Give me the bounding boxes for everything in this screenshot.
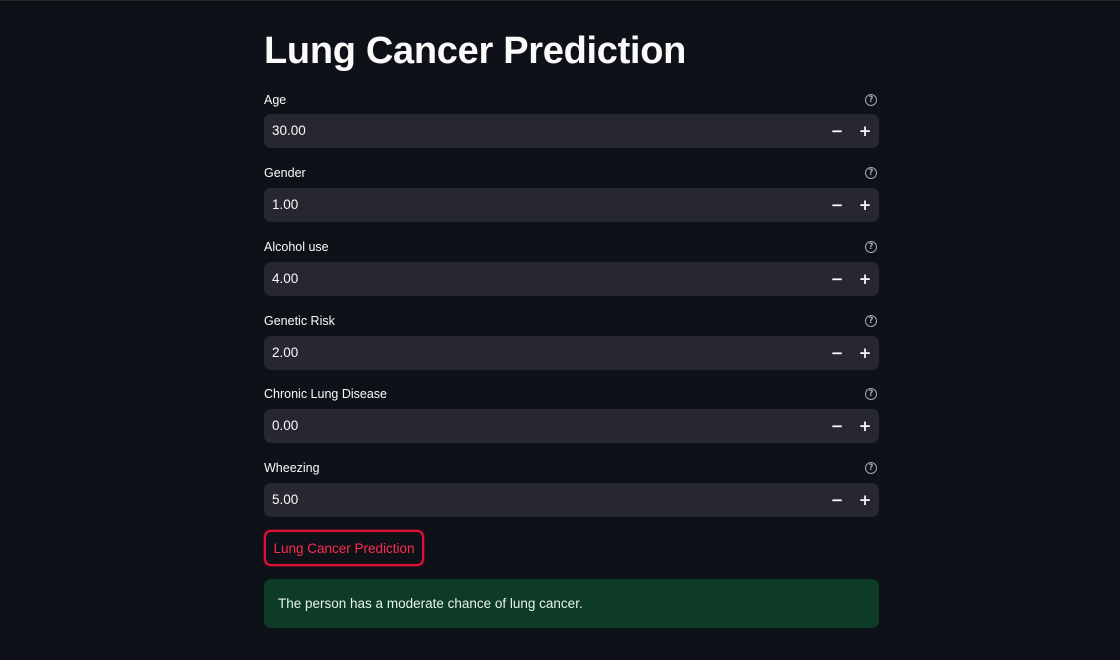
- gender-field: Gender ? 1.00 − +: [264, 166, 879, 230]
- alcohol-use-input-box: 4.00 − +: [264, 262, 879, 296]
- wheezing-input-box: 5.00 − +: [264, 483, 879, 517]
- plus-icon[interactable]: +: [851, 336, 879, 370]
- age-field: Age ? 30.00 − +: [264, 93, 879, 157]
- chronic-lung-disease-field: Chronic Lung Disease ? 0.00 − +: [264, 387, 879, 451]
- chronic-lung-disease-input[interactable]: 0.00: [272, 409, 298, 443]
- wheezing-input[interactable]: 5.00: [272, 483, 298, 517]
- minus-icon[interactable]: −: [823, 483, 851, 517]
- page-title: Lung Cancer Prediction: [264, 30, 687, 72]
- plus-icon[interactable]: +: [851, 114, 879, 148]
- help-icon[interactable]: ?: [865, 167, 877, 179]
- help-icon[interactable]: ?: [865, 94, 877, 106]
- help-icon[interactable]: ?: [865, 315, 877, 327]
- plus-icon[interactable]: +: [851, 262, 879, 296]
- minus-icon[interactable]: −: [823, 114, 851, 148]
- minus-icon[interactable]: −: [823, 262, 851, 296]
- gender-label: Gender: [264, 166, 306, 180]
- alcohol-use-label: Alcohol use: [264, 240, 329, 254]
- help-icon[interactable]: ?: [865, 462, 877, 474]
- plus-icon[interactable]: +: [851, 409, 879, 443]
- header-divider: [0, 0, 1120, 1]
- wheezing-label: Wheezing: [264, 461, 320, 475]
- help-icon[interactable]: ?: [865, 388, 877, 400]
- wheezing-field: Wheezing ? 5.00 − +: [264, 461, 879, 525]
- age-input[interactable]: 30.00: [272, 114, 306, 148]
- plus-icon[interactable]: +: [851, 483, 879, 517]
- predict-button[interactable]: Lung Cancer Prediction: [264, 530, 424, 566]
- result-success-alert: The person has a moderate chance of lung…: [264, 579, 879, 628]
- chronic-lung-disease-label: Chronic Lung Disease: [264, 387, 387, 401]
- genetic-risk-input-box: 2.00 − +: [264, 336, 879, 370]
- result-message: The person has a moderate chance of lung…: [278, 596, 583, 611]
- minus-icon[interactable]: −: [823, 188, 851, 222]
- alcohol-use-field: Alcohol use ? 4.00 − +: [264, 240, 879, 304]
- minus-icon[interactable]: −: [823, 409, 851, 443]
- genetic-risk-input[interactable]: 2.00: [272, 336, 298, 370]
- genetic-risk-label: Genetic Risk: [264, 314, 335, 328]
- help-icon[interactable]: ?: [865, 241, 877, 253]
- alcohol-use-input[interactable]: 4.00: [272, 262, 298, 296]
- minus-icon[interactable]: −: [823, 336, 851, 370]
- gender-input[interactable]: 1.00: [272, 188, 298, 222]
- genetic-risk-field: Genetic Risk ? 2.00 − +: [264, 314, 879, 378]
- chronic-lung-disease-input-box: 0.00 − +: [264, 409, 879, 443]
- age-label: Age: [264, 93, 287, 107]
- plus-icon[interactable]: +: [851, 188, 879, 222]
- age-input-box: 30.00 − +: [264, 114, 879, 148]
- gender-input-box: 1.00 − +: [264, 188, 879, 222]
